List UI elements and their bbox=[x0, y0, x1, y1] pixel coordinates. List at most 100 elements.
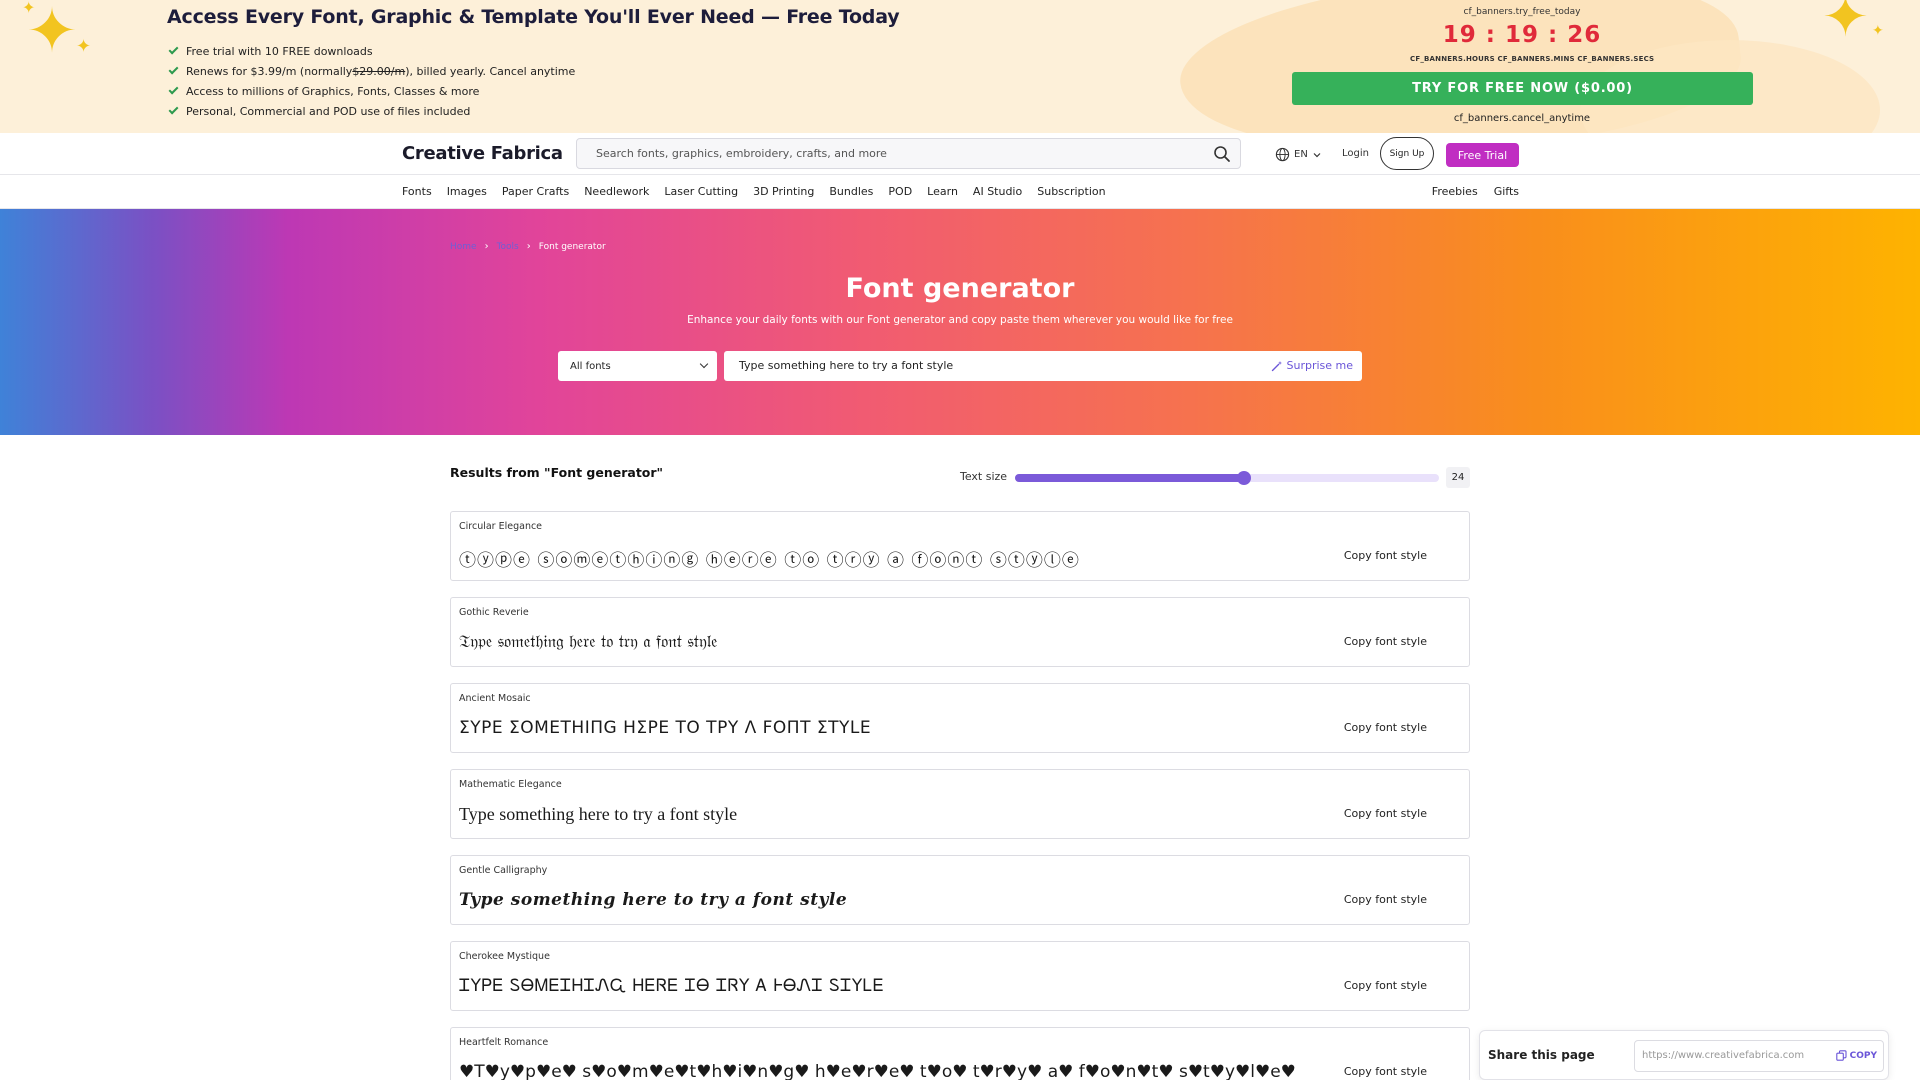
logo[interactable]: Creative Fabrica bbox=[402, 143, 563, 164]
nav-images[interactable]: Images bbox=[447, 185, 487, 198]
free-trial-button[interactable]: Free Trial bbox=[1446, 143, 1519, 167]
cancel-note: cf_banners.cancel_anytime bbox=[1453, 113, 1591, 124]
nav-learn[interactable]: Learn bbox=[927, 185, 958, 198]
text-size-label: Text size bbox=[960, 470, 1008, 483]
font-style-card[interactable]: Mathematic Elegance Type something here … bbox=[450, 769, 1470, 839]
chevron-right-icon: › bbox=[526, 241, 531, 252]
font-style-card[interactable]: Gentle Calligraphy Type something here t… bbox=[450, 855, 1470, 925]
promo-title: Access Every Font, Graphic & Template Yo… bbox=[167, 6, 900, 28]
share-title: Share this page bbox=[1488, 1048, 1595, 1062]
hero-section: Home › Tools › Font generator Font gener… bbox=[0, 209, 1920, 435]
chevron-down-icon bbox=[1313, 152, 1321, 157]
nav-freebies[interactable]: Freebies bbox=[1432, 185, 1478, 198]
text-size-slider[interactable] bbox=[1015, 471, 1439, 485]
copy-font-style-button[interactable]: Copy font style bbox=[1344, 549, 1427, 562]
results-title: Results from "Font generator" bbox=[450, 465, 664, 480]
try-free-button[interactable]: TRY FOR FREE NOW ($0.00) bbox=[1292, 72, 1753, 105]
nav-subscription[interactable]: Subscription bbox=[1037, 185, 1105, 198]
font-style-name: Heartfelt Romance bbox=[459, 1037, 549, 1048]
breadcrumb-current: Font generator bbox=[538, 241, 606, 252]
breadcrumb-home[interactable]: Home bbox=[450, 242, 477, 252]
check-icon bbox=[168, 104, 179, 114]
font-style-sample: ⓣⓨⓟⓔ ⓢⓞⓜⓔⓣⓗⓘⓝⓖ ⓗⓔⓡⓔ ⓣⓞ ⓣⓡⓨ ⓐ ⓕⓞⓝⓣ ⓢⓣⓨⓛⓔ bbox=[459, 551, 1080, 571]
font-style-sample: ♥T♥y♥p♥e♥ s♥o♥m♥e♥t♥h♥i♥n♥g♥ h♥e♥r♥e♥ t♥… bbox=[459, 1062, 1296, 1080]
copy-font-style-button[interactable]: Copy font style bbox=[1344, 721, 1427, 734]
countdown-label: cf_banners.try_free_today bbox=[1463, 7, 1581, 17]
font-style-sample: ᏆYᏢᎬ ᏚᎾᎷᎬᏆᎻᏆᏁᏩ ᎻᎬᏒᎬ ᏆᎾ ᏆᏒY Ꭺ ᎰᎾᏁᏆ ᏚᏆYᏞᎬ bbox=[459, 976, 885, 996]
nav-laser-cutting[interactable]: Laser Cutting bbox=[664, 185, 738, 198]
copy-font-style-button[interactable]: Copy font style bbox=[1344, 807, 1427, 820]
page-title: Font generator bbox=[845, 273, 1075, 304]
nav-paper-crafts[interactable]: Paper Crafts bbox=[502, 185, 569, 198]
magic-wand-icon bbox=[1272, 360, 1283, 371]
language-selector[interactable]: EN bbox=[1275, 147, 1326, 162]
slider-fill bbox=[1015, 474, 1244, 482]
sparkle-icon: ✦ bbox=[1872, 23, 1884, 39]
nav-pod[interactable]: POD bbox=[888, 185, 912, 198]
font-style-name: Gothic Reverie bbox=[459, 607, 529, 618]
benefit-item: Renews for $3.99/m (normally $29.00/m), … bbox=[167, 61, 575, 81]
slider-thumb[interactable] bbox=[1236, 471, 1251, 485]
benefit-item: Free trial with 10 FREE downloads bbox=[167, 41, 575, 61]
nav-ai-studio[interactable]: AI Studio bbox=[973, 185, 1022, 198]
surprise-me-label: Surprise me bbox=[1286, 359, 1353, 372]
sparkle-icon: ✦ bbox=[1822, 0, 1869, 50]
font-results-list: Circular Elegance ⓣⓨⓟⓔ ⓢⓞⓜⓔⓣⓗⓘⓝⓖ ⓗⓔⓡⓔ ⓣⓞ… bbox=[450, 511, 1470, 1080]
language-label: EN bbox=[1294, 149, 1308, 160]
font-style-card[interactable]: Cherokee Mystique ᏆYᏢᎬ ᏚᎾᎷᎬᏆᎻᏆᏁᏩ ᎻᎬᏒᎬ ᏆᎾ… bbox=[450, 941, 1470, 1011]
font-style-sample: Type something here to try a font style bbox=[459, 890, 848, 910]
countdown-units: CF_BANNERS.HOURS CF_BANNERS.MINS CF_BANN… bbox=[1410, 55, 1655, 63]
site-header: Creative Fabrica Search fonts, graphics,… bbox=[0, 133, 1920, 175]
breadcrumb-tools[interactable]: Tools bbox=[497, 242, 519, 252]
font-style-card[interactable]: Ancient Mosaic ΣYΡΕ ΣΟΜΕΤΗIΠG ΗΣΡΕ ΤΟ ΤΡ… bbox=[450, 683, 1470, 753]
share-widget: Share this page https://www.creativefabr… bbox=[1479, 1030, 1889, 1080]
copy-label: COPY bbox=[1849, 1050, 1877, 1061]
font-category-select[interactable]: All fonts bbox=[558, 351, 717, 381]
check-icon bbox=[168, 84, 179, 94]
font-style-name: Circular Elegance bbox=[459, 521, 543, 532]
login-link[interactable]: Login bbox=[1342, 148, 1369, 159]
promo-banner: ✦ ✦ ✦ ✦ ✦ Access Every Font, Graphic & T… bbox=[0, 0, 1920, 133]
nav-fonts[interactable]: Fonts bbox=[402, 185, 432, 198]
font-style-name: Ancient Mosaic bbox=[459, 693, 531, 704]
font-text-input[interactable]: Type something here to try a font style … bbox=[724, 351, 1362, 381]
search-placeholder: Search fonts, graphics, embroidery, craf… bbox=[596, 147, 887, 160]
benefit-item: Personal, Commercial and POD use of file… bbox=[167, 101, 575, 121]
copy-font-style-button[interactable]: Copy font style bbox=[1344, 979, 1427, 992]
chevron-down-icon bbox=[699, 359, 709, 369]
nav-gifts[interactable]: Gifts bbox=[1494, 185, 1519, 198]
main-nav: Fonts Images Paper Crafts Needlework Las… bbox=[0, 175, 1920, 209]
countdown-timer: 19 : 19 : 26 bbox=[1442, 22, 1602, 48]
font-style-name: Mathematic Elegance bbox=[459, 779, 562, 790]
globe-icon bbox=[1275, 147, 1290, 162]
nav-needlework[interactable]: Needlework bbox=[584, 185, 649, 198]
copy-font-style-button[interactable]: Copy font style bbox=[1344, 893, 1427, 906]
sign-up-button[interactable]: Sign Up bbox=[1380, 137, 1434, 170]
font-style-card[interactable]: Gothic Reverie 𝔗𝔶𝔭𝔢 𝔰𝔬𝔪𝔢𝔱𝔥𝔦𝔫𝔤 𝔥𝔢𝔯𝔢 𝔱𝔬 𝔱𝔯… bbox=[450, 597, 1470, 667]
chevron-right-icon: › bbox=[484, 241, 489, 252]
copy-font-style-button[interactable]: Copy font style bbox=[1344, 635, 1427, 648]
nav-bundles[interactable]: Bundles bbox=[829, 185, 873, 198]
font-style-name: Gentle Calligraphy bbox=[459, 865, 548, 876]
sparkle-icon: ✦ bbox=[76, 36, 92, 57]
text-size-value: 24 bbox=[1446, 467, 1470, 488]
font-style-name: Cherokee Mystique bbox=[459, 951, 550, 962]
check-icon bbox=[168, 44, 179, 54]
page-subtitle: Enhance your daily fonts with our Font g… bbox=[687, 314, 1233, 326]
benefit-item: Access to millions of Graphics, Fonts, C… bbox=[167, 81, 575, 101]
nav-3d-printing[interactable]: 3D Printing bbox=[753, 185, 814, 198]
font-style-sample: 𝔗𝔶𝔭𝔢 𝔰𝔬𝔪𝔢𝔱𝔥𝔦𝔫𝔤 𝔥𝔢𝔯𝔢 𝔱𝔬 𝔱𝔯𝔶 𝔞 𝔣𝔬𝔫𝔱 𝔰𝔱𝔶𝔩𝔢 bbox=[459, 632, 718, 652]
search-input[interactable]: Search fonts, graphics, embroidery, craf… bbox=[576, 138, 1241, 169]
benefit-list: Free trial with 10 FREE downloads Renews… bbox=[167, 41, 575, 121]
font-style-sample: Type something here to try a font style bbox=[459, 804, 738, 824]
search-icon[interactable] bbox=[1213, 145, 1231, 163]
breadcrumb: Home › Tools › Font generator bbox=[450, 241, 606, 252]
share-url-field[interactable]: https://www.creativefabrica.com COPY bbox=[1634, 1040, 1884, 1072]
font-style-card[interactable]: Heartfelt Romance ♥T♥y♥p♥e♥ s♥o♥m♥e♥t♥h♥… bbox=[450, 1027, 1470, 1080]
copy-link-button[interactable]: COPY bbox=[1835, 1050, 1877, 1061]
share-url: https://www.creativefabrica.com bbox=[1642, 1050, 1805, 1061]
font-style-card[interactable]: Circular Elegance ⓣⓨⓟⓔ ⓢⓞⓜⓔⓣⓗⓘⓝⓖ ⓗⓔⓡⓔ ⓣⓞ… bbox=[450, 511, 1470, 581]
surprise-me-button[interactable]: Surprise me bbox=[1271, 359, 1353, 372]
select-value: All fonts bbox=[570, 360, 611, 372]
copy-font-style-button[interactable]: Copy font style bbox=[1344, 1065, 1427, 1078]
